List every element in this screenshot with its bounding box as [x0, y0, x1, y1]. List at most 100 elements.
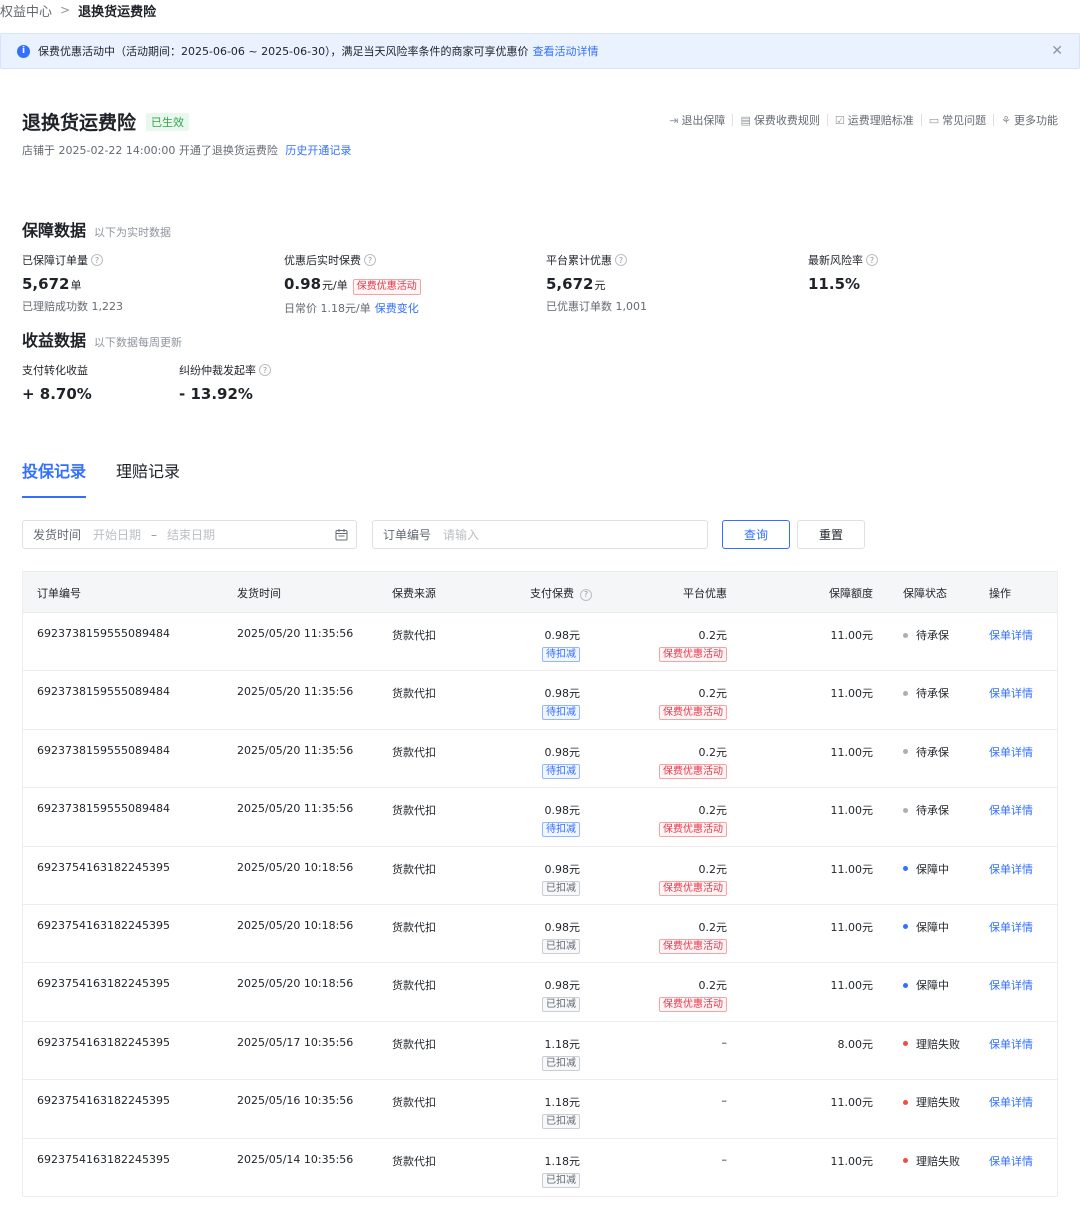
table-row: 6923754163182245395 2025/05/17 10:35:56 货款… — [23, 1020, 1057, 1079]
policy-detail-link[interactable]: 保单详情 — [989, 744, 1033, 760]
history-record-link[interactable]: 历史开通记录 — [285, 144, 351, 157]
status-dot-icon — [903, 982, 908, 988]
paid-premium-cell: 0.98元 已扣减 — [542, 861, 580, 896]
help-icon[interactable]: ? — [866, 254, 878, 266]
platform-discount-cell: 0.2元 保费优惠活动 — [659, 744, 727, 779]
premium-source: 货款代扣 — [392, 920, 436, 934]
page-subtitle: 店铺于 2025-02-22 14:00:00 开通了退换货运费险 历史开通记录 — [22, 142, 351, 158]
policy-detail-link[interactable]: 保单详情 — [989, 627, 1033, 643]
end-date-placeholder: 结束日期 — [167, 528, 216, 542]
platform-discount: 0.2元 — [698, 629, 728, 642]
platform-discount-cell: 0.2元 保费优惠活动 — [659, 861, 727, 896]
header-action-3[interactable]: ▭ 常见问题 — [929, 112, 986, 128]
header-action-label: 保费收费规则 — [753, 114, 820, 127]
premium-change-link[interactable]: 保费变化 — [375, 302, 419, 315]
table-row: 6923738159555089484 2025/05/20 11:35:56 货款… — [23, 728, 1057, 787]
paid-premium-cell: 0.98元 已扣减 — [542, 977, 580, 1013]
metric-value: 11.5% — [808, 275, 861, 293]
header-action-label: 常见问题 — [942, 114, 987, 127]
promo-tag: 保费优惠活动 — [659, 822, 727, 838]
help-icon[interactable]: ? — [259, 364, 271, 376]
promo-tag: 保费优惠活动 — [352, 279, 421, 295]
policy-detail-link[interactable]: 保单详情 — [989, 685, 1033, 701]
platform-discount-cell: 0.2元 保费优惠活动 — [659, 627, 727, 662]
order-number: 6923754163182245395 — [37, 1152, 170, 1166]
platform-discount: – — [721, 1035, 728, 1049]
column-header: 发货时间 — [237, 587, 281, 600]
metric-unit: 元/单 — [322, 279, 348, 292]
header-action-0[interactable]: ⇥ 退出保障 — [669, 112, 725, 128]
metric-realtime-premium: 优惠后实时保费? 0.98 元/单 保费优惠活动 日常价 1.18元/单 保费变化 — [284, 252, 421, 316]
coverage-amount: 8.00元 — [837, 1037, 874, 1051]
deduction-status-tag: 待扣减 — [542, 763, 580, 779]
column-header: 订单编号 — [37, 587, 81, 600]
ship-time: 2025/05/20 10:18:56 — [237, 977, 354, 991]
paid-premium: 1.18元 — [544, 1154, 581, 1168]
status-dot-icon — [903, 807, 908, 813]
page-header: 退换货运费险 已生效 — [22, 108, 190, 135]
header-action-1[interactable]: ▤ 保费收费规则 — [740, 112, 819, 128]
policy-detail-link[interactable]: 保单详情 — [989, 1036, 1033, 1052]
policy-detail-link[interactable]: 保单详情 — [989, 1094, 1033, 1110]
paid-premium: 1.18元 — [544, 1037, 581, 1051]
order-number: 6923754163182245395 — [37, 1035, 170, 1049]
policy-detail-link[interactable]: 保单详情 — [989, 919, 1033, 935]
header-action-2[interactable]: ☑ 运费理赔标准 — [835, 112, 914, 128]
calendar-icon[interactable] — [335, 528, 348, 544]
policy-detail-link[interactable]: 保单详情 — [989, 977, 1033, 993]
coverage-amount: 11.00元 — [830, 1096, 874, 1110]
coverage-amount: 11.00元 — [830, 687, 874, 701]
ship-time: 2025/05/17 10:35:56 — [237, 1035, 354, 1049]
column-header: 支付保费 — [530, 587, 574, 600]
breadcrumb: 权益中心 > 退换货运费险 — [0, 0, 156, 20]
column-header-fee: 支付保费? — [530, 585, 592, 601]
coverage-status: 待承保 — [903, 685, 949, 701]
premium-source: 货款代扣 — [392, 979, 436, 993]
paid-premium: 0.98元 — [544, 629, 581, 642]
deduction-status-tag: 已扣减 — [542, 1055, 580, 1071]
policy-detail-link[interactable]: 保单详情 — [989, 802, 1033, 818]
reset-button[interactable]: 重置 — [797, 520, 865, 549]
section-heading: 收益数据 — [22, 331, 87, 350]
income-section-title: 收益数据 以下数据每周更新 — [22, 327, 182, 351]
tab-insurance-records[interactable]: 投保记录 — [22, 458, 87, 498]
platform-discount: 0.2元 — [698, 862, 728, 876]
metric-label: 平台累计优惠 — [546, 254, 612, 267]
help-icon[interactable]: ? — [91, 254, 103, 266]
table-header: 订单编号 发货时间 保费来源 支付保费? 平台优惠 保障额度 保障状态 操作 — [23, 572, 1057, 612]
paid-premium-cell: 0.98元 待扣减 — [542, 685, 580, 721]
column-header: 保障额度 — [829, 587, 873, 600]
coverage-amount: 11.00元 — [830, 862, 874, 876]
view-activity-link[interactable]: 查看活动详情 — [533, 43, 599, 59]
table-row: 6923754163182245395 2025/05/20 10:18:56 货款… — [23, 845, 1057, 904]
exit-icon: ⇥ — [669, 113, 679, 127]
order-number-input[interactable]: 订单编号 请输入 — [372, 520, 708, 549]
policy-detail-link[interactable]: 保单详情 — [989, 1153, 1033, 1169]
ship-time: 2025/05/16 10:35:56 — [237, 1094, 354, 1108]
status-label: 保障中 — [916, 920, 949, 934]
ship-time-range-picker[interactable]: 发货时间 开始日期 – 结束日期 — [22, 520, 357, 549]
status-dot-icon — [903, 749, 908, 755]
coverage-status: 待承保 — [903, 627, 949, 643]
ship-time: 2025/05/20 11:35:56 — [237, 802, 354, 816]
status-label: 理赔失败 — [916, 1154, 960, 1168]
query-button[interactable]: 查询 — [722, 520, 790, 549]
help-icon[interactable]: ? — [580, 588, 592, 601]
filter-label: 订单编号 — [383, 528, 432, 542]
policy-detail-link[interactable]: 保单详情 — [989, 861, 1033, 877]
coverage-status: 理赔失败 — [903, 1153, 960, 1169]
apps-icon: ⚘ — [1001, 113, 1011, 127]
tab-claim-records[interactable]: 理赔记录 — [116, 458, 180, 498]
status-badge: 已生效 — [146, 112, 190, 131]
platform-discount: 0.2元 — [698, 804, 728, 818]
table-row: 6923754163182245395 2025/05/14 10:35:56 货款… — [23, 1137, 1057, 1196]
promo-notice-bar: i 保费优惠活动中（活动期间：2025-06-06 ~ 2025-06-30），… — [0, 33, 1080, 69]
header-action-4[interactable]: ⚘ 更多功能 — [1001, 112, 1058, 128]
coverage-status: 待承保 — [903, 802, 949, 818]
help-icon[interactable]: ? — [364, 254, 376, 266]
help-icon[interactable]: ? — [615, 254, 627, 266]
order-number: 6923738159555089484 — [37, 743, 170, 757]
breadcrumb-parent[interactable]: 权益中心 — [0, 1, 52, 20]
close-icon[interactable]: ✕ — [1051, 43, 1063, 59]
metric-label: 最新风险率 — [808, 254, 863, 267]
